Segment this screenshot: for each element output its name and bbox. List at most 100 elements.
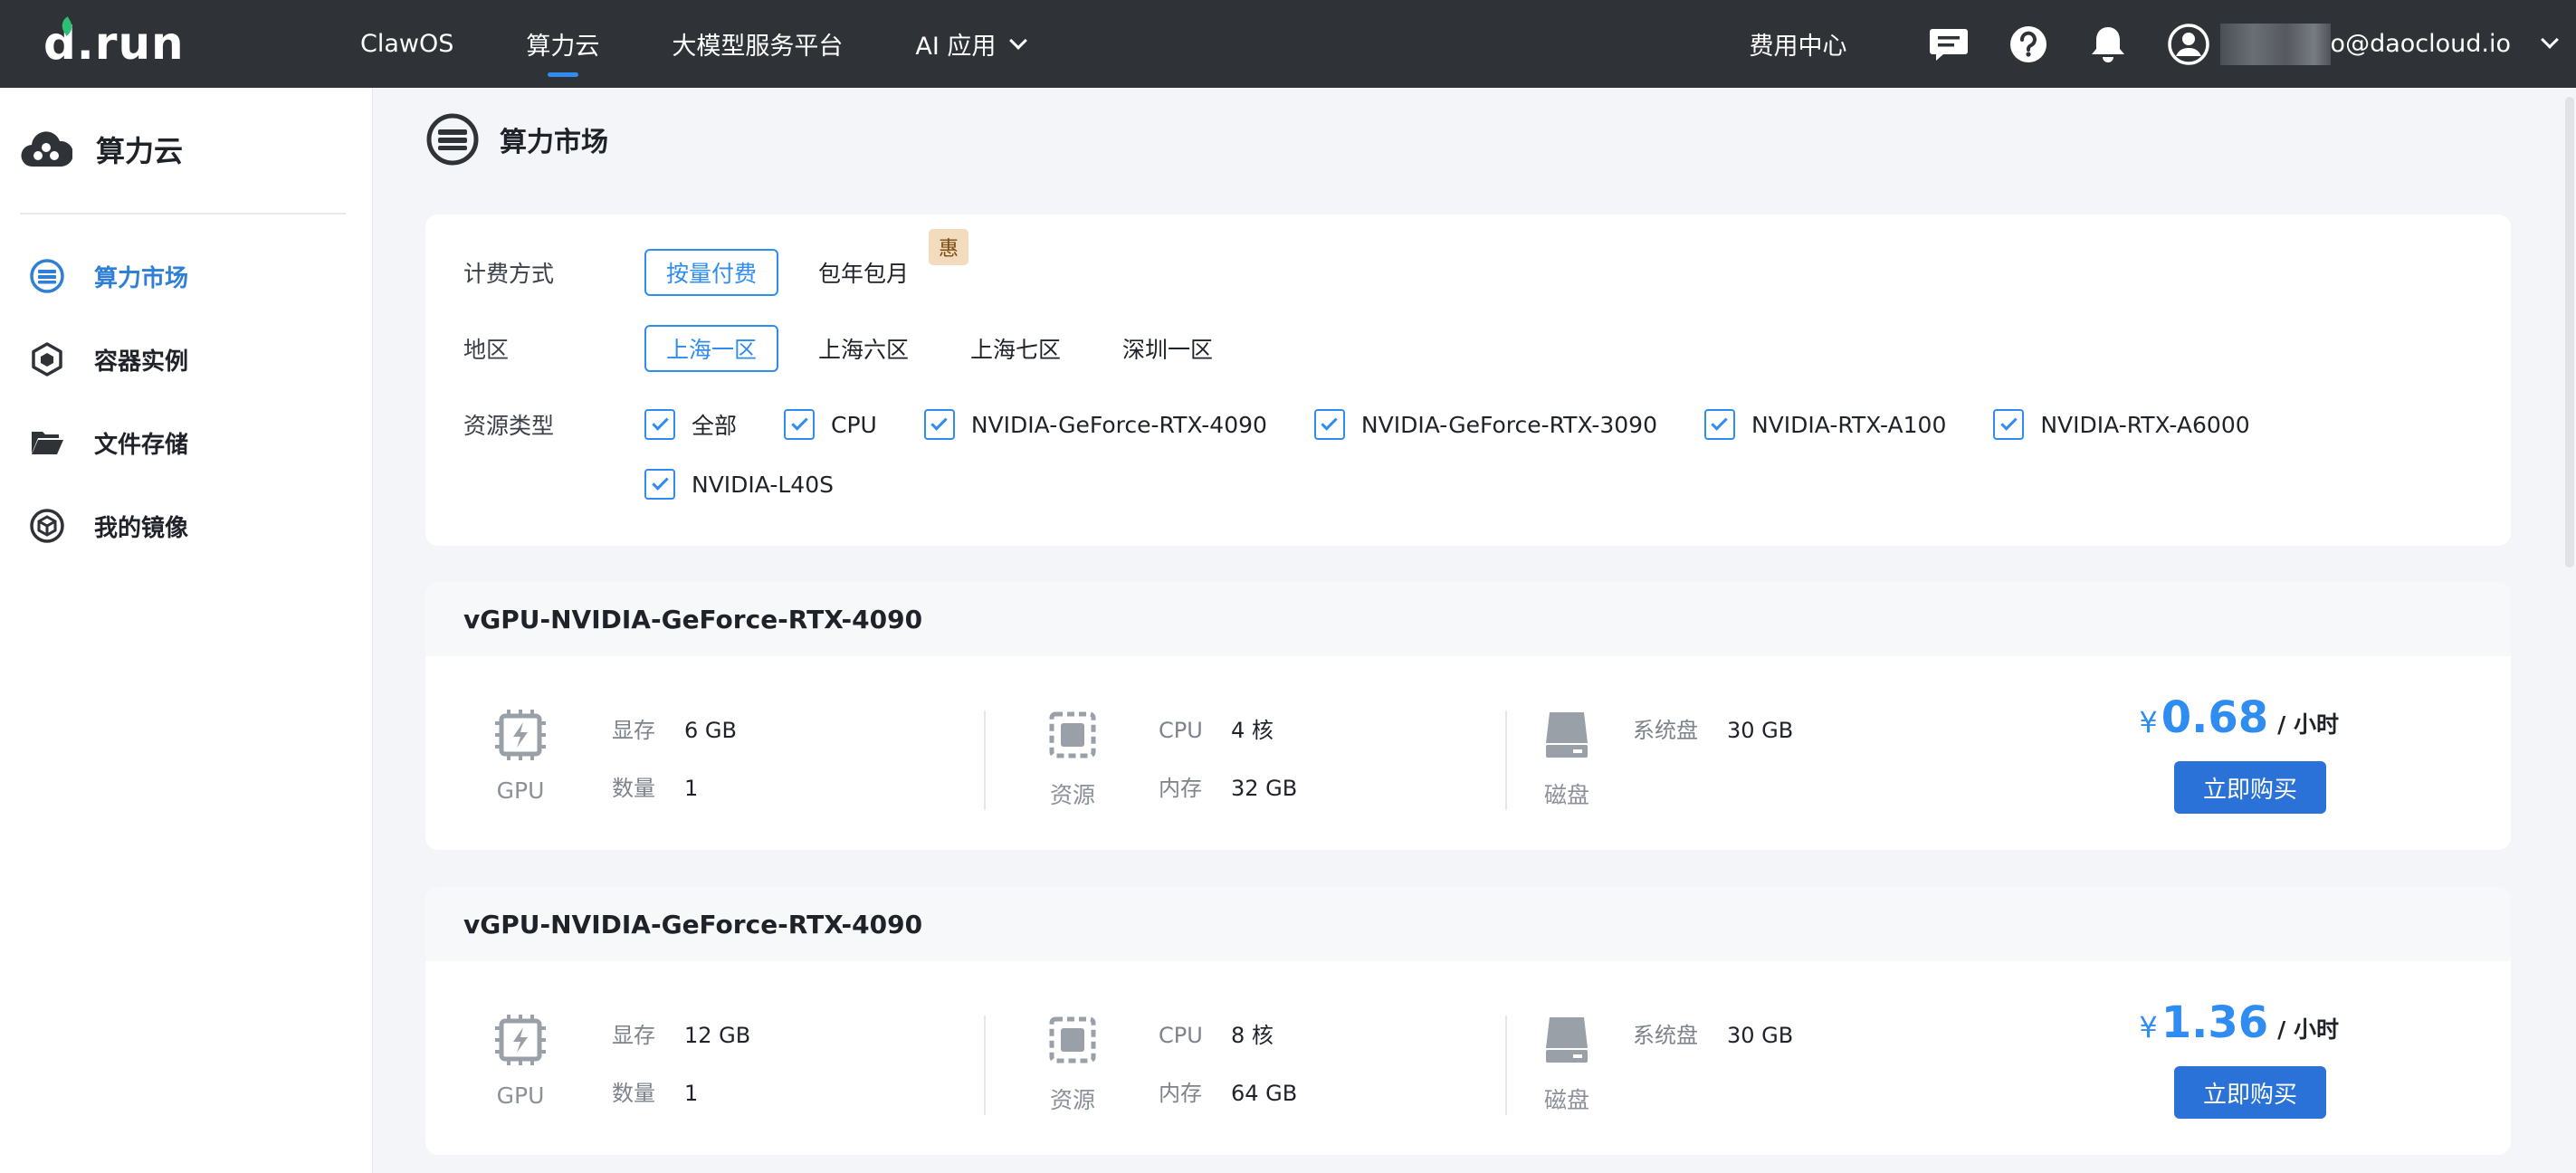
- gpu-chip-icon: [495, 710, 546, 760]
- product-card: vGPU-NVIDIA-GeForce-RTX-4090 GPU 显存 12 GB…: [425, 887, 2511, 1155]
- user-menu[interactable]: o@daocloud.io: [2167, 23, 2559, 65]
- fee-center-link[interactable]: 费用中心: [1750, 26, 1847, 62]
- region-filter-row: 地区 上海一区 上海六区 上海七区 深圳一区: [463, 325, 1253, 372]
- buy-now-button[interactable]: 立即购买: [2174, 761, 2326, 814]
- filter-panel: 计费方式 按量付费 包年包月 惠 地区 上海一区 上海六区 上海七区 深圳一区 …: [425, 215, 2511, 546]
- gpu-chip-icon: [495, 1015, 546, 1065]
- nav-item-compute-cloud[interactable]: 算力云: [526, 0, 599, 88]
- disk-icon: [1546, 712, 1588, 758]
- buy-now-button[interactable]: 立即购买: [2174, 1066, 2326, 1119]
- market-icon: [30, 259, 64, 293]
- nav-label: 大模型服务平台: [672, 33, 844, 61]
- cpu-chip-icon: [1049, 711, 1096, 758]
- kv-value: 1: [684, 776, 699, 801]
- sidebar-menu: 算力市场 容器实例 文件存储 我的镜像: [0, 234, 373, 567]
- gpu-count: 数量 1: [612, 1075, 698, 1107]
- help-icon[interactable]: [2008, 24, 2048, 64]
- redacted-username: [2219, 23, 2331, 65]
- kv-key: CPU: [1159, 1023, 1203, 1048]
- currency-symbol: ¥: [2139, 1010, 2158, 1044]
- region-option-shanghai-6[interactable]: 上海六区: [797, 325, 930, 372]
- kv-value: 4 核: [1231, 718, 1274, 743]
- scrollbar-thumb[interactable]: [2565, 97, 2574, 567]
- option-label: 深圳一区: [1122, 337, 1214, 363]
- brand-logo[interactable]: d.run: [43, 16, 185, 71]
- checkbox-checked: [1703, 409, 1735, 440]
- checkbox-label: NVIDIA-RTX-A6000: [2040, 411, 2250, 438]
- page-header: 算力市场: [425, 112, 608, 167]
- currency-symbol: ¥: [2139, 705, 2158, 739]
- kv-key: 数量: [612, 776, 655, 801]
- gpu-memory: 显存 6 GB: [612, 712, 737, 744]
- disk-icon: [1546, 1017, 1588, 1063]
- product-card: vGPU-NVIDIA-GeForce-RTX-4090 GPU 显存 6 GB …: [425, 582, 2511, 850]
- resource-label: 资源类型: [463, 413, 555, 439]
- kv-key: CPU: [1159, 718, 1203, 743]
- checkbox-checked: [1993, 409, 2025, 440]
- ram-size: 内存 64 GB: [1159, 1075, 1297, 1107]
- sidebar-item-containers[interactable]: 容器实例: [0, 318, 373, 401]
- resource-checkbox-rtx3090[interactable]: NVIDIA-GeForce-RTX-3090: [1313, 401, 1657, 448]
- ram-size: 内存 32 GB: [1159, 770, 1297, 802]
- resource-checkbox-a6000[interactable]: NVIDIA-RTX-A6000: [1993, 401, 2250, 448]
- message-icon[interactable]: [1929, 24, 1969, 64]
- resource-checkbox-l40s[interactable]: NVIDIA-L40S: [644, 461, 834, 508]
- checkbox-checked: [784, 409, 816, 440]
- sidebar-header: 算力云: [20, 129, 183, 170]
- resource-checkbox-cpu[interactable]: CPU: [784, 401, 877, 448]
- region-option-shanghai-7[interactable]: 上海七区: [949, 325, 1083, 372]
- kv-key: 内存: [1159, 1081, 1202, 1106]
- resource-checkbox-rtx4090[interactable]: NVIDIA-GeForce-RTX-4090: [923, 401, 1267, 448]
- bell-icon[interactable]: [2088, 24, 2128, 64]
- image-icon: [30, 509, 64, 543]
- market-icon: [426, 113, 479, 166]
- discount-badge: 惠: [929, 229, 969, 265]
- system-disk: 系统盘 30 GB: [1633, 712, 1793, 744]
- resource-checkbox-a100[interactable]: NVIDIA-RTX-A100: [1703, 401, 1946, 448]
- user-email: o@daocloud.io: [2330, 30, 2511, 58]
- nav-item-ai-apps[interactable]: AI 应用: [915, 0, 1028, 88]
- gpu-section: GPU 显存 6 GB 数量 1: [425, 656, 987, 850]
- billing-option-subscription[interactable]: 包年包月 惠: [797, 229, 969, 296]
- kv-value: 1: [684, 1081, 699, 1106]
- top-right-actions: 费用中心 o@daocloud.io: [1750, 0, 2576, 88]
- region-option-shanghai-1[interactable]: 上海一区: [644, 325, 779, 372]
- resource-caption: 资源: [1049, 782, 1095, 808]
- price-unit: / 小时: [2277, 711, 2339, 738]
- resource-checkbox-all[interactable]: 全部: [644, 401, 737, 448]
- chevron-down-icon: [1009, 31, 1028, 50]
- sidebar-item-images[interactable]: 我的镜像: [0, 484, 373, 567]
- checkbox-checked: [923, 409, 955, 440]
- chevron-down-icon: [2541, 30, 2559, 49]
- resource-filter-row: 资源类型 全部 CPU NVIDIA-GeForce-RTX-4090 NVID…: [463, 401, 2455, 508]
- gpu-caption: GPU: [496, 777, 545, 804]
- section-divider: [1505, 710, 1507, 810]
- billing-label: 计费方式: [463, 261, 555, 287]
- kv-key: 数量: [612, 1081, 655, 1106]
- kv-value: 12 GB: [684, 1023, 751, 1048]
- nav-label: 算力云: [526, 33, 600, 61]
- cpu-chip-icon: [1049, 1016, 1096, 1063]
- price-amount: 0.68: [2161, 692, 2269, 743]
- checkbox-label: CPU: [831, 411, 877, 438]
- region-option-shenzhen-1[interactable]: 深圳一区: [1101, 325, 1235, 372]
- resource-section: 资源 CPU 8 核 内存 64 GB: [987, 961, 1507, 1155]
- billing-option-pay-as-you-go[interactable]: 按量付费: [644, 249, 779, 296]
- checkbox-checked: [1313, 409, 1345, 440]
- cpu-cores: CPU 4 核: [1159, 712, 1274, 744]
- avatar-icon: [2167, 23, 2209, 65]
- page-scrollbar[interactable]: [2563, 88, 2576, 1173]
- nav-item-clawos[interactable]: ClawOS: [360, 0, 453, 88]
- sidebar-item-storage[interactable]: 文件存储: [0, 401, 373, 484]
- kv-key: 系统盘: [1633, 718, 1698, 743]
- section-divider: [984, 710, 986, 810]
- price-amount: 1.36: [2161, 997, 2269, 1048]
- sidebar-item-market[interactable]: 算力市场: [0, 234, 373, 318]
- nav-item-model-platform[interactable]: 大模型服务平台: [672, 0, 843, 88]
- option-label: 上海七区: [970, 337, 1062, 363]
- kv-value: 30 GB: [1727, 1023, 1794, 1048]
- sidebar-divider: [20, 213, 346, 215]
- price-display: ¥ 0.68 / 小时: [2139, 692, 2339, 743]
- resource-caption: 资源: [1049, 1087, 1095, 1113]
- sidebar-item-label: 算力市场: [94, 264, 189, 292]
